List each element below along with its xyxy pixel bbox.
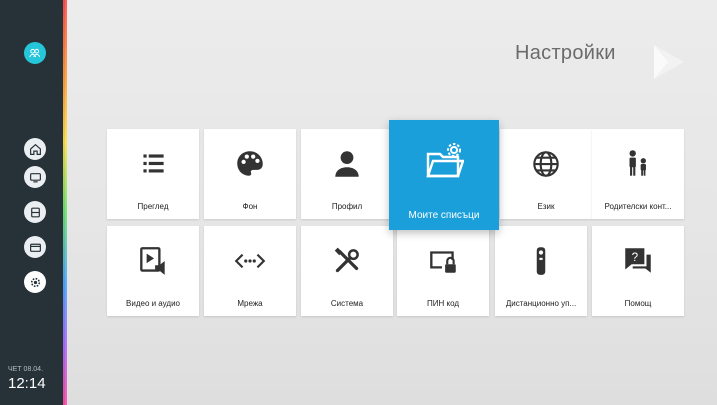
apps-icon — [30, 207, 40, 217]
folder-settings-icon — [426, 143, 464, 178]
tile-system[interactable]: Система — [301, 226, 393, 316]
video-audio-icon — [140, 247, 165, 275]
sidebar-item-home[interactable] — [24, 138, 46, 160]
tile-label: Фон — [242, 202, 258, 211]
brand-arrow-icon — [654, 45, 684, 79]
tile-label: ПИН код — [426, 299, 460, 308]
help-chat-icon: ? — [625, 248, 651, 273]
settings-screen: ЧЕТ 08.04. 12:14 Настройки Преглед Фон П… — [0, 0, 717, 405]
tile-pin-code[interactable]: ПИН код — [397, 226, 489, 316]
settings-icon — [30, 277, 40, 287]
tile-label: Мрежа — [237, 299, 263, 308]
tile-help[interactable]: ? Помощ — [592, 226, 684, 316]
profile-group-icon — [29, 48, 41, 58]
page-title: Настройки — [515, 42, 616, 64]
tile-network[interactable]: Мрежа — [204, 226, 296, 316]
svg-text:?: ? — [632, 251, 639, 264]
profile-avatar[interactable] — [24, 42, 46, 64]
tile-background[interactable]: Фон — [204, 129, 296, 219]
tile-label: Дистанционно уп... — [505, 299, 577, 308]
tile-video-audio[interactable]: Видео и аудио — [107, 226, 199, 316]
tv-input-icon — [29, 172, 41, 182]
media-icon — [29, 243, 41, 252]
list-icon — [143, 154, 164, 173]
tile-remote-control[interactable]: Дистанционно уп... — [495, 226, 587, 316]
family-icon — [629, 150, 646, 176]
sidebar: ЧЕТ 08.04. 12:14 — [0, 0, 65, 405]
clock-date: ЧЕТ 08.04. — [8, 366, 44, 373]
sidebar-item-apps[interactable] — [24, 201, 46, 223]
tile-label: Родителски конт... — [604, 202, 672, 211]
tile-my-lists[interactable]: Моите списъци — [389, 120, 499, 230]
sidebar-item-tv-input[interactable] — [24, 166, 46, 188]
tile-label: Помощ — [624, 299, 652, 308]
network-code-icon — [234, 253, 266, 269]
tile-label: Език — [537, 202, 555, 211]
tile-label: Профил — [331, 202, 363, 211]
palette-icon — [237, 151, 263, 176]
tile-parental-control[interactable]: Родителски конт... — [592, 129, 684, 219]
pin-lock-icon — [430, 251, 456, 273]
tile-label: Моите списъци — [408, 210, 480, 221]
tile-label: Система — [330, 299, 364, 308]
tile-overview[interactable]: Преглед — [107, 129, 199, 219]
tile-label: Видео и аудио — [126, 299, 180, 308]
sidebar-item-media[interactable] — [24, 236, 46, 258]
tile-profile[interactable]: Профил — [301, 129, 393, 219]
ambient-light-strip — [63, 0, 67, 405]
globe-icon — [533, 151, 559, 177]
tile-label: Преглед — [137, 202, 169, 211]
home-icon — [29, 143, 41, 155]
sidebar-item-settings[interactable] — [24, 271, 46, 293]
clock-time: 12:14 — [8, 375, 46, 392]
remote-icon — [536, 247, 546, 275]
person-icon — [335, 151, 359, 177]
tools-icon — [334, 247, 359, 273]
tile-language[interactable]: Език — [500, 129, 592, 219]
